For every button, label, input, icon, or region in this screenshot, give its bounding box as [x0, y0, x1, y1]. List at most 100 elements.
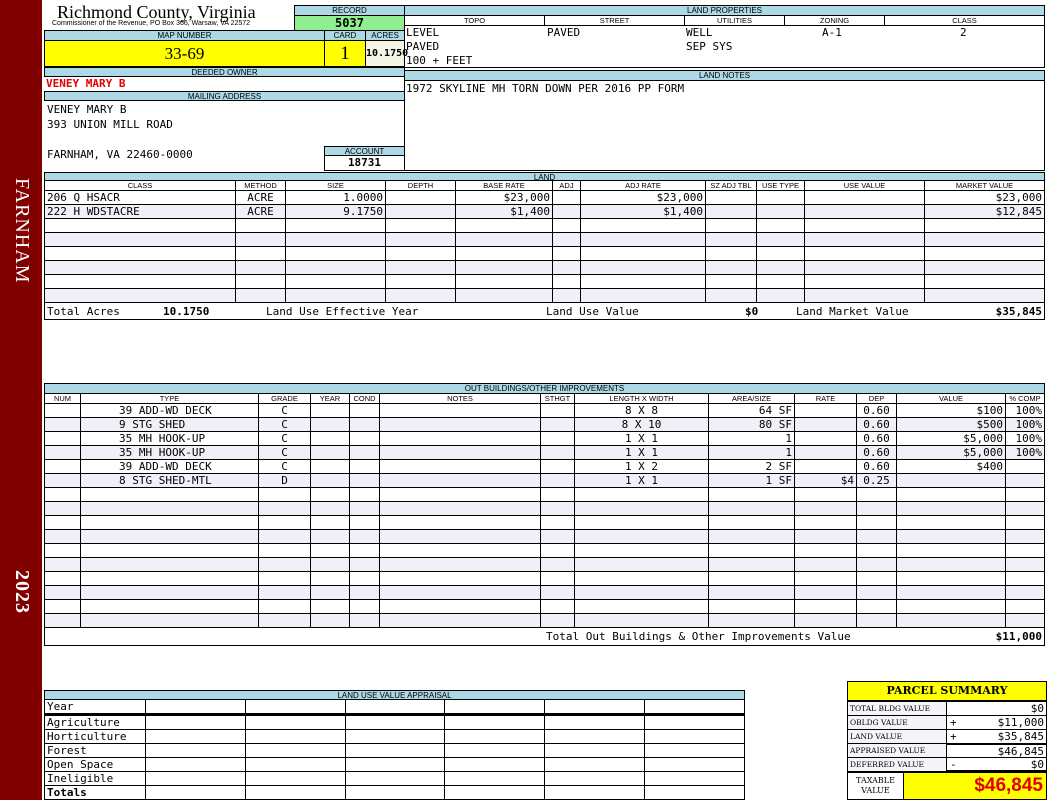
outbuilding-cell: 1 SF: [708, 473, 795, 488]
outbuilding-cell: [80, 557, 259, 572]
summary-label: DEFERRED VALUE: [847, 757, 947, 772]
outbuilding-cell: [1005, 613, 1045, 628]
outbuilding-cell: [379, 529, 541, 544]
summary-value: $0: [946, 757, 1047, 772]
land-cell: $23,000: [455, 190, 553, 205]
outbuilding-cell: [574, 487, 709, 502]
outbuilding-cell: [856, 557, 897, 572]
land-cell: 1.0000: [285, 190, 386, 205]
land-cell: 9.1750: [285, 204, 386, 219]
outbuilding-cell: [80, 585, 259, 600]
land-use-effective-year-label: Land Use Effective Year: [266, 305, 419, 318]
record-value: 5037: [294, 15, 405, 31]
land-col-header: USE TYPE: [756, 180, 805, 191]
outbuilding-cell: [44, 585, 81, 600]
outbuilding-cell: [310, 417, 350, 432]
deeded-owner-label: DEEDED OWNER: [44, 67, 405, 77]
outbuilding-cell: [708, 599, 795, 614]
land-cell: ACRE: [235, 190, 286, 205]
land-use-cell: [444, 729, 546, 744]
land-cell: [385, 260, 456, 275]
outbuilding-cell: [44, 571, 81, 586]
total-acres-label: Total Acres: [47, 305, 120, 318]
outbuilding-row: [44, 543, 1045, 558]
outbuilding-cell: [349, 585, 380, 600]
outbuilding-cell: [708, 557, 795, 572]
outbuilding-cell: [258, 585, 311, 600]
outbuilding-cell: [540, 557, 575, 572]
outbuilding-row: [44, 515, 1045, 530]
land-cell: [552, 260, 581, 275]
outbuilding-cell: [258, 487, 311, 502]
outbuilding-cell: [80, 529, 259, 544]
land-use-cell: [544, 785, 646, 800]
outbuilding-cell: [540, 487, 575, 502]
outbuilding-row: [44, 529, 1045, 544]
land-use-cell: [244, 729, 346, 744]
outbuilding-cell: [896, 571, 1006, 586]
outbuilding-cell: [80, 487, 259, 502]
land-use-cell: [644, 785, 745, 800]
land-col-header: USE VALUE: [804, 180, 925, 191]
outbuilding-cell: [310, 431, 350, 446]
outbuilding-cell: [379, 571, 541, 586]
address-line: [47, 132, 193, 147]
land-cell: [705, 288, 757, 303]
land-use-cell: [644, 757, 745, 772]
outbuilding-col-header: AREA/SIZE: [708, 393, 795, 404]
outbuilding-cell: [856, 585, 897, 600]
land-cell: ACRE: [235, 204, 286, 219]
outbuilding-cell: [258, 571, 311, 586]
outbuilding-cell: 0.60: [856, 403, 897, 418]
summary-value: $0: [946, 701, 1047, 716]
outbuilding-cell: [379, 473, 541, 488]
land-cell: [756, 260, 805, 275]
land-cell: $12,845: [924, 204, 1045, 219]
tax-year: 2023: [11, 570, 33, 614]
outbuilding-cell: [310, 487, 350, 502]
land-col-header: SZ ADJ TBL: [705, 180, 757, 191]
col-topo: TOPO: [404, 15, 545, 26]
outbuilding-cell: [349, 515, 380, 530]
outbuilding-cell: [349, 459, 380, 474]
summary-value: $46,845: [946, 743, 1047, 758]
land-use-cell: [544, 699, 646, 715]
outbuilding-cell: [310, 585, 350, 600]
map-number: 33-69: [44, 40, 325, 67]
outbuilding-cell: 1 X 1: [574, 445, 709, 460]
outbuilding-cell: [310, 459, 350, 474]
outbuilding-cell: [44, 613, 81, 628]
outbuilding-cell: [379, 417, 541, 432]
land-cell: $23,000: [924, 190, 1045, 205]
outbuilding-cell: [708, 501, 795, 516]
outbuilding-col-header: GRADE: [258, 393, 311, 404]
outbuilding-row: 35 MH HOOK-UP C 1 X 1 1 0.60 $5,000 100%: [44, 431, 1045, 446]
land-cell: [924, 246, 1045, 261]
land-table: CLASS METHOD SIZE DEPTH BASE RATE ADJ ADJ RATE…: [44, 180, 1045, 303]
outbuilding-cell: 39 ADD-WD DECK: [80, 403, 259, 418]
land-use-row: Forest: [44, 743, 745, 758]
outbuilding-cell: [310, 445, 350, 460]
land-cell: [580, 260, 706, 275]
land-cell: [580, 232, 706, 247]
utilities-values: WELL SEP SYS: [686, 26, 732, 54]
outbuilding-cell: [379, 487, 541, 502]
outbuilding-cell: [856, 501, 897, 516]
outbuildings-total-label: Total Out Buildings & Other Improvements…: [546, 630, 851, 643]
land-cell: [705, 218, 757, 233]
outbuilding-cell: [44, 599, 81, 614]
outbuilding-cell: [1005, 571, 1045, 586]
outbuilding-cell: [794, 459, 857, 474]
land-use-cell: [544, 757, 646, 772]
outbuilding-cell: [794, 613, 857, 628]
land-use-cell: [444, 714, 546, 730]
outbuilding-cell: 1: [708, 445, 795, 460]
land-cell: [705, 190, 757, 205]
outbuilding-cell: [80, 613, 259, 628]
outbuilding-cell: 80 SF: [708, 417, 795, 432]
land-use-cell: [544, 729, 646, 744]
col-street: STREET: [544, 15, 685, 26]
land-cell: [235, 288, 286, 303]
outbuilding-cell: $500: [896, 417, 1006, 432]
outbuilding-cell: [794, 501, 857, 516]
